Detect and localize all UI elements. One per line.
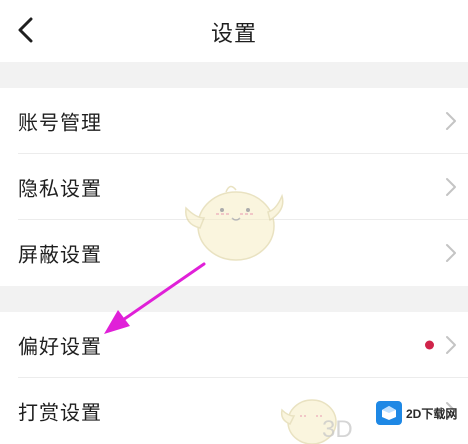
notification-dot (425, 340, 434, 350)
chevron-right-icon (446, 244, 456, 262)
watermark-logo: 2D下载网 (376, 398, 462, 428)
section-gap (0, 62, 468, 88)
settings-item-block[interactable]: 屏蔽设置 (0, 220, 468, 286)
settings-item-account[interactable]: 账号管理 (0, 88, 468, 154)
section-gap (0, 286, 468, 312)
cube-icon (376, 401, 402, 425)
settings-item-label: 隐私设置 (18, 176, 102, 201)
chevron-right-icon (446, 112, 456, 130)
settings-item-label: 偏好设置 (18, 334, 102, 359)
settings-item-preference[interactable]: 偏好设置 (0, 312, 468, 378)
settings-item-privacy[interactable]: 隐私设置 (0, 154, 468, 220)
settings-item-label: 账号管理 (18, 110, 102, 135)
chevron-right-icon (446, 336, 456, 354)
watermark-text: 3D (322, 416, 353, 443)
top-bar: 设置 (0, 0, 468, 62)
settings-item-label: 打赏设置 (18, 400, 102, 425)
page-title: 设置 (210, 22, 257, 47)
settings-item-label: 屏蔽设置 (18, 242, 102, 267)
chevron-right-icon (446, 178, 456, 196)
watermark-logo-text: 2D下载网 (406, 406, 458, 421)
